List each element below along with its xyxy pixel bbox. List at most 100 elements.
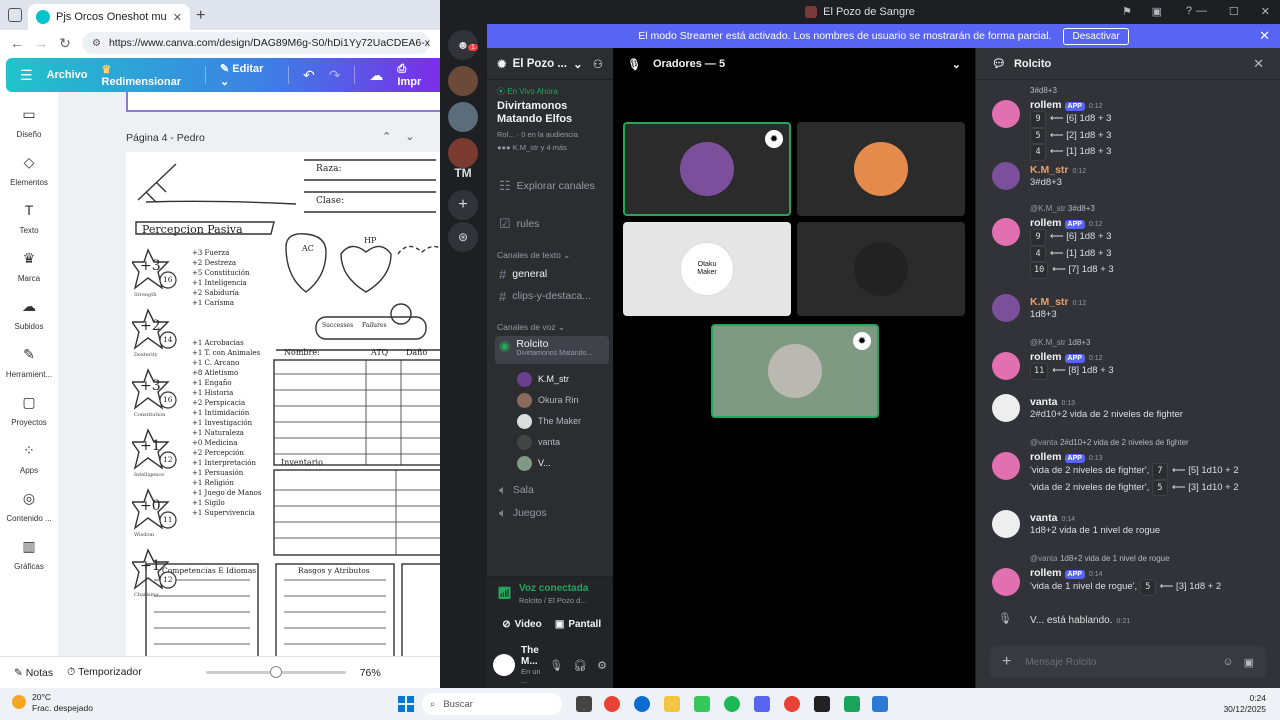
user-avatar[interactable] bbox=[992, 352, 1020, 380]
app-icon[interactable] bbox=[694, 696, 710, 712]
reply-preview[interactable]: @K.M_str 3#d8+3 bbox=[1030, 204, 1272, 213]
add-attachment-icon[interactable]: + bbox=[1002, 653, 1011, 671]
ability-score[interactable]: +0 11 Wisdom bbox=[132, 488, 180, 538]
app-icon[interactable]: ▣ bbox=[1244, 656, 1254, 669]
user-avatar[interactable] bbox=[992, 452, 1020, 480]
help-icon[interactable]: ? bbox=[1186, 5, 1192, 17]
user-avatar[interactable] bbox=[992, 162, 1020, 190]
user-avatar[interactable] bbox=[992, 510, 1020, 538]
voice-status[interactable]: Voz conectada bbox=[519, 583, 603, 594]
page-controls[interactable]: ⌃⌄ bbox=[382, 130, 428, 143]
channel-general[interactable]: # general bbox=[495, 264, 609, 284]
screen-share-button[interactable]: ▣ Pantall bbox=[553, 613, 603, 635]
screen-icon[interactable]: ▣ bbox=[1152, 5, 1162, 18]
reply-preview[interactable]: @K.M_str 1d8+3 bbox=[1030, 338, 1272, 347]
cloud-icon[interactable]: ☁ bbox=[369, 67, 383, 84]
settings-gear-icon[interactable]: ⚙ bbox=[597, 659, 607, 672]
server-header[interactable]: ✹ El Pozo ... ⌄ ⚇ bbox=[487, 48, 613, 80]
speaker-tile[interactable] bbox=[797, 222, 965, 316]
message-author[interactable]: rollem bbox=[1030, 567, 1062, 579]
channel-rules[interactable]: ☑ rules bbox=[495, 214, 609, 234]
start-button[interactable] bbox=[398, 696, 414, 712]
sidebar-item-contenido[interactable]: ◎ Contenido ... bbox=[0, 476, 58, 524]
message-author[interactable]: rollem bbox=[1030, 217, 1062, 229]
undo-icon[interactable]: ↶ bbox=[303, 67, 315, 84]
voice-user[interactable]: The Maker bbox=[517, 412, 581, 430]
video-button[interactable]: ⊘ Video bbox=[497, 613, 547, 635]
user-avatar[interactable] bbox=[992, 100, 1020, 128]
browser-tab[interactable]: Pjs Orcos Oneshot murder hobo ✕ bbox=[28, 4, 190, 30]
reply-preview[interactable]: 3#d8+3 bbox=[1030, 86, 1272, 95]
reload-icon[interactable]: ↻ bbox=[58, 35, 72, 52]
user-avatar[interactable] bbox=[493, 654, 515, 676]
notes-button[interactable]: ✎ Notas bbox=[14, 667, 53, 679]
resize-button[interactable]: ♛ Redimensionar bbox=[102, 63, 192, 88]
voice-user[interactable]: Okura Rin bbox=[517, 391, 579, 409]
ability-score[interactable]: +1 12 Intelligence bbox=[132, 428, 180, 478]
headphones-icon[interactable]: 🎧︎ bbox=[573, 659, 587, 672]
live-event-card[interactable]: ⦿ En Vivo Ahora Divirtamonos Matando Elf… bbox=[487, 80, 613, 158]
message-author[interactable]: vanta bbox=[1030, 512, 1057, 524]
close-thread-icon[interactable]: ✕ bbox=[1253, 56, 1264, 72]
redo-icon[interactable]: ↷ bbox=[329, 67, 341, 84]
app-icon[interactable] bbox=[814, 696, 830, 712]
print-button[interactable]: ⎙ Impr bbox=[397, 63, 432, 88]
add-server-icon[interactable]: + bbox=[448, 190, 478, 220]
message-author[interactable]: rollem bbox=[1030, 99, 1062, 111]
file-explorer-icon[interactable] bbox=[664, 696, 680, 712]
sidebar-item-gráficas[interactable]: ▥ Gráficas bbox=[0, 524, 58, 572]
inbox-icon[interactable]: ⚑ bbox=[1122, 5, 1132, 18]
edit-menu[interactable]: ✎ Editar ⌄ bbox=[220, 62, 274, 88]
character-sheet[interactable]: Raza: Clase: Percepcion Pasiva AC HP Suc… bbox=[126, 152, 440, 656]
message-author[interactable]: rollem bbox=[1030, 451, 1062, 463]
zoom-slider[interactable] bbox=[205, 666, 346, 678]
sidebar-item-elementos[interactable]: ◇ Elementos bbox=[0, 140, 58, 188]
speaker-tile[interactable]: ✹ bbox=[711, 324, 879, 418]
user-avatar[interactable] bbox=[992, 568, 1020, 596]
ability-score[interactable]: +2 14 Dexterity bbox=[132, 308, 180, 358]
taskbar-clock[interactable]: 0:24 30/12/2025 bbox=[1223, 693, 1266, 715]
server-avatar[interactable] bbox=[448, 102, 478, 132]
speaker-tile[interactable]: Otaku Maker bbox=[623, 222, 791, 316]
voice-user[interactable]: vanta bbox=[517, 433, 560, 451]
close-banner-icon[interactable]: ✕ bbox=[1259, 28, 1270, 44]
maximize-icon[interactable]: ☐ bbox=[1229, 5, 1239, 18]
user-info[interactable]: The M... En un ... bbox=[521, 645, 543, 685]
channel-clips[interactable]: # clips-y-destaca... bbox=[495, 286, 609, 306]
sidebar-item-subidos[interactable]: ☁ Subidos bbox=[0, 284, 58, 332]
message-author[interactable]: K.M_str bbox=[1030, 164, 1069, 176]
user-avatar[interactable] bbox=[992, 394, 1020, 422]
close-window-icon[interactable]: ✕ bbox=[1261, 5, 1270, 18]
forward-icon[interactable]: → bbox=[34, 35, 48, 51]
user-avatar[interactable] bbox=[992, 294, 1020, 322]
minimize-icon[interactable]: — bbox=[1196, 5, 1207, 18]
discord-icon[interactable] bbox=[754, 696, 770, 712]
message-author[interactable]: K.M_str bbox=[1030, 296, 1069, 308]
timer-button[interactable]: ⏱ Temporizador bbox=[67, 666, 142, 679]
sidebar-item-apps[interactable]: ⁘ Apps bbox=[0, 428, 58, 476]
disable-streamer-button[interactable]: Desactivar bbox=[1063, 27, 1129, 45]
task-view-icon[interactable] bbox=[576, 696, 592, 712]
reply-preview[interactable]: @vanta 2#d10+2 vida de 2 niveles de figh… bbox=[1030, 438, 1272, 447]
zoom-level[interactable]: 76% bbox=[360, 667, 381, 679]
chevron-down-icon[interactable]: ⌄ bbox=[952, 58, 961, 71]
chrome-icon[interactable] bbox=[604, 696, 620, 712]
ability-score[interactable]: +3 16 Strength bbox=[132, 248, 180, 298]
calculator-icon[interactable] bbox=[872, 696, 888, 712]
explore-icon[interactable]: ⊛ bbox=[448, 222, 478, 252]
file-menu[interactable]: Archivo bbox=[47, 69, 88, 81]
stage-channel-rolcito[interactable]: ◉ Rolcito Divirtamonos Matando... bbox=[495, 336, 609, 364]
message-composer[interactable]: + Mensaje Rolcito ☺ ▣ bbox=[990, 646, 1266, 678]
message-author[interactable]: rollem bbox=[1030, 351, 1062, 363]
new-tab-icon[interactable]: + bbox=[196, 7, 205, 25]
app-icon[interactable] bbox=[844, 696, 860, 712]
message-author[interactable]: vanta bbox=[1030, 396, 1057, 408]
composer-placeholder[interactable]: Mensaje Rolcito bbox=[1025, 657, 1096, 668]
microphone-icon[interactable]: 🎙︎ bbox=[549, 659, 563, 672]
chrome-icon[interactable] bbox=[784, 696, 800, 712]
sidebar-item-herramient[interactable]: ✎ Herramient... bbox=[0, 332, 58, 380]
voice-channel-sala[interactable]: 🔈︎ Sala bbox=[495, 480, 609, 500]
text-category[interactable]: Canales de texto ⌄ bbox=[497, 250, 570, 261]
sidebar-item-proyectos[interactable]: ▢ Proyectos bbox=[0, 380, 58, 428]
url-field[interactable]: ⚙ https://www.canva.com/design/DAG89M6g-… bbox=[82, 32, 430, 54]
